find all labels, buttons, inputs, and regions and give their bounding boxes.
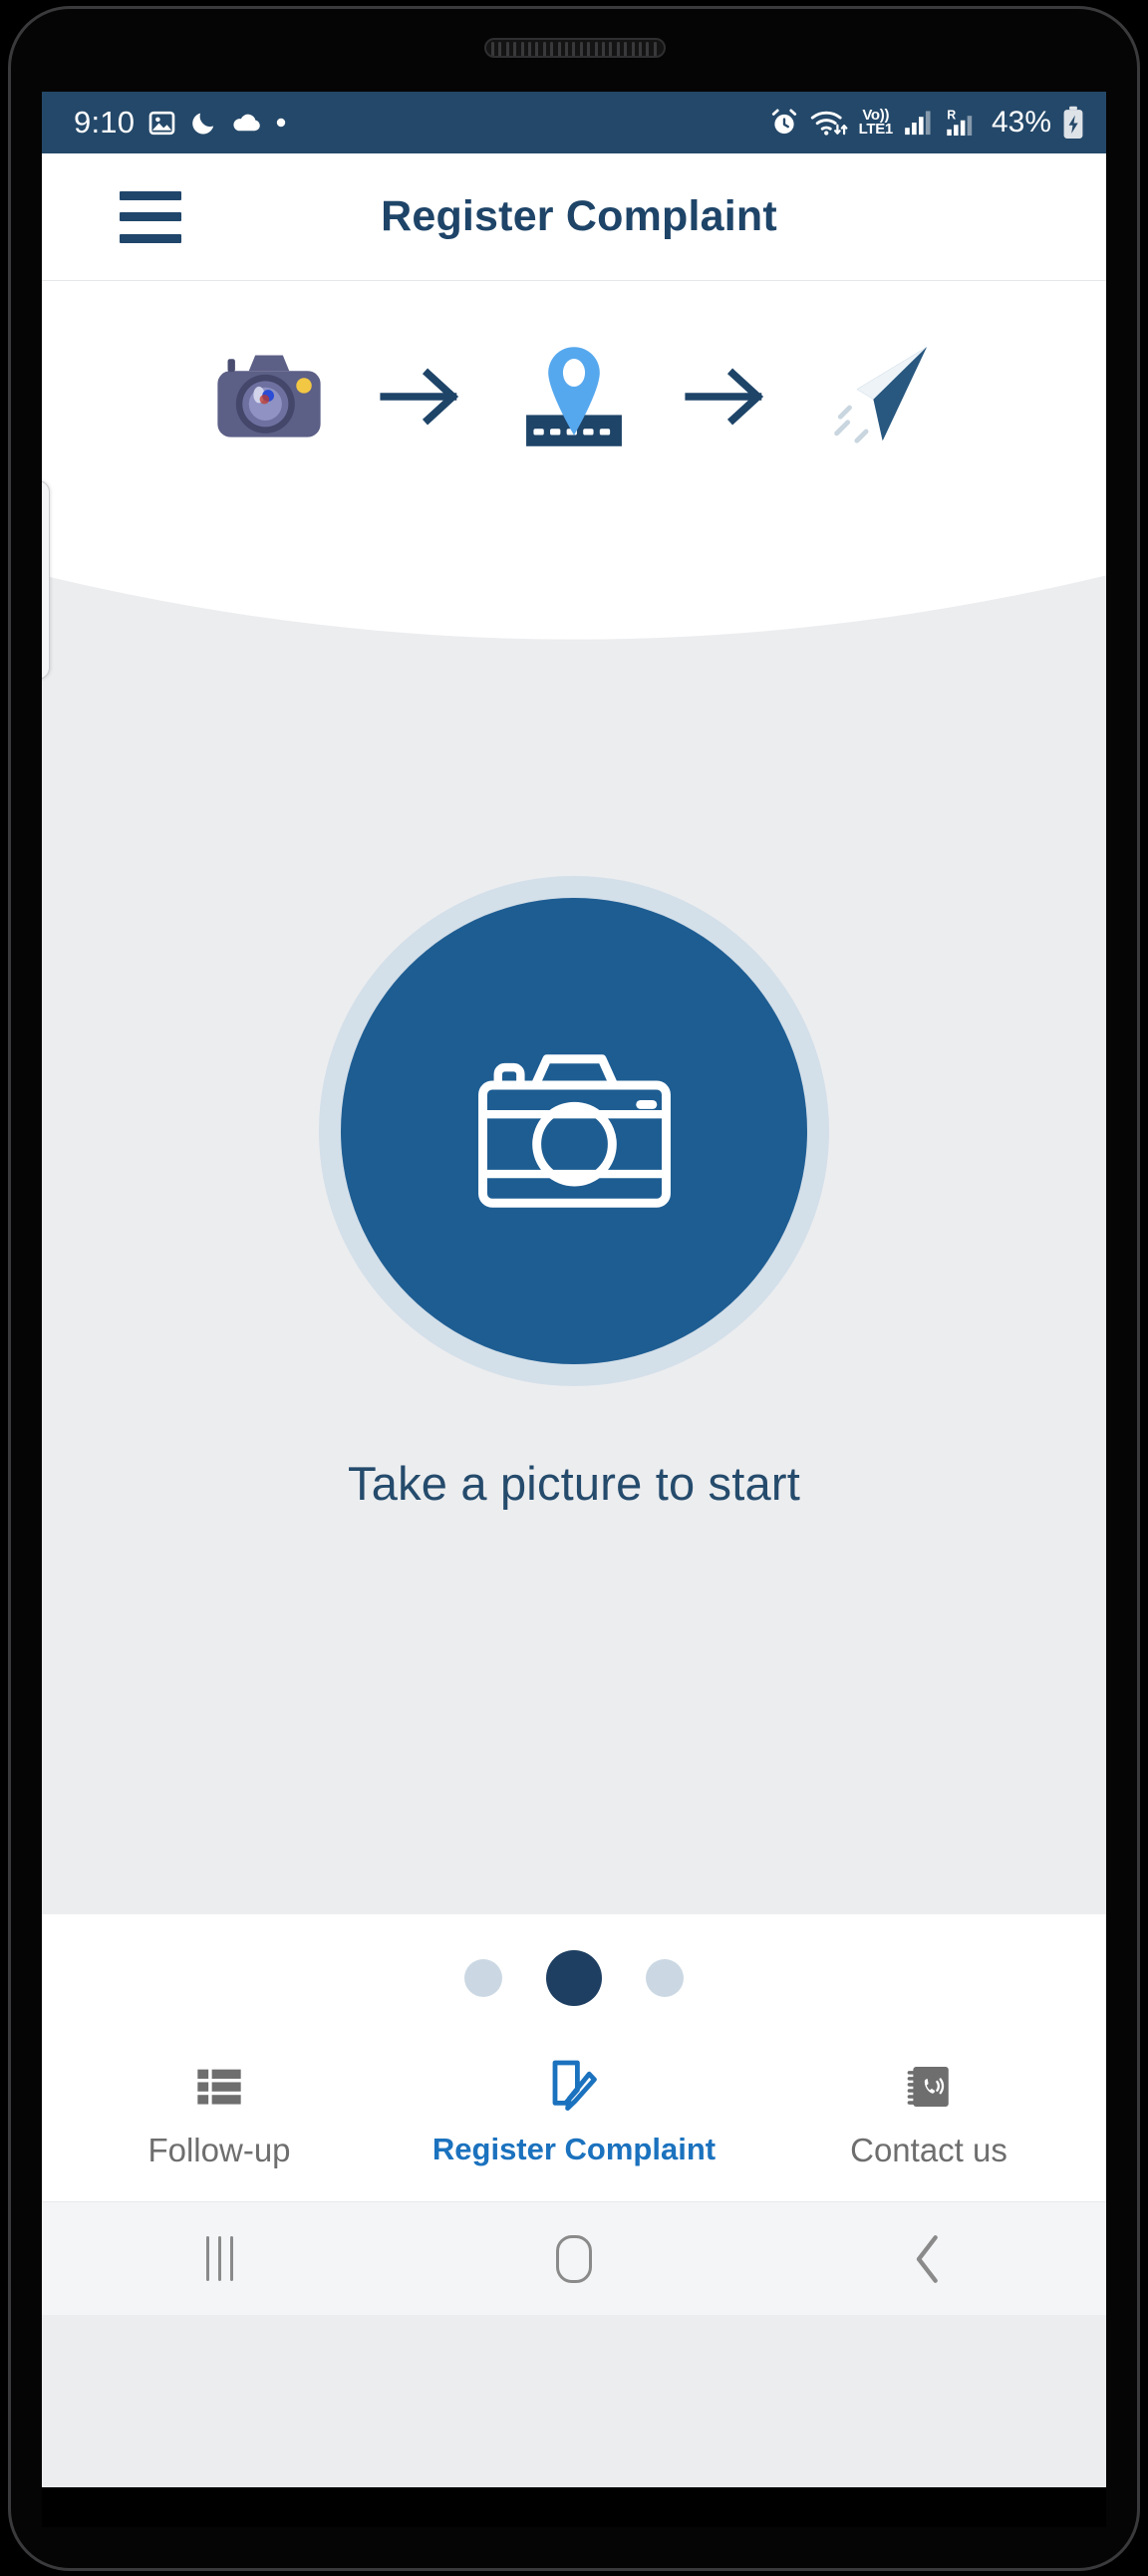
capture-hint-text: Take a picture to start (348, 1457, 800, 1510)
main-content: Take a picture to start (42, 699, 1106, 1914)
moon-icon (192, 113, 214, 134)
camera-capture-inner (341, 898, 807, 1364)
back-button[interactable] (751, 2234, 1106, 2284)
menu-line-3 (120, 233, 181, 243)
status-time: 9:10 (74, 105, 136, 140)
dot-icon (276, 118, 286, 128)
camera-photo-icon (217, 355, 321, 437)
list-icon (193, 2056, 245, 2118)
phone-frame: 9:10 Vo)) LTE1 R 43% Register Complaint … (0, 0, 1148, 2576)
volte-bottom-label: LTE1 (858, 121, 894, 138)
steps-row (42, 338, 1106, 455)
arrow-right-icon (380, 368, 459, 426)
pager-dots (42, 1914, 1106, 2042)
battery-percent-label: 43% (991, 106, 1051, 139)
nav-tab-register-complaint[interactable]: Register Complaint (397, 2056, 751, 2167)
status-bar-right: Vo)) LTE1 R 43% (769, 106, 1084, 140)
home-icon (556, 2234, 592, 2283)
steps-header (42, 280, 1106, 700)
hamburger-menu-icon[interactable] (120, 190, 181, 243)
status-bar-left: 9:10 (74, 105, 287, 141)
alarm-icon (771, 109, 796, 135)
status-bar: 9:10 Vo)) LTE1 R 43% (42, 92, 1106, 153)
location-pin-road-icon (526, 347, 622, 446)
signal-bars-sim2-roaming-icon: R (947, 109, 973, 137)
volte-indicator: Vo)) LTE1 (858, 108, 894, 138)
image-icon (148, 111, 175, 135)
back-icon (914, 2234, 944, 2284)
signal-bars-sim1-icon (905, 111, 931, 136)
nav-label-contact-us: Contact us (850, 2132, 1007, 2168)
edge-panel-handle[interactable] (42, 480, 50, 680)
nav-label-follow-up: Follow-up (147, 2132, 291, 2168)
camera-capture-button[interactable] (319, 876, 829, 1386)
phone-bottom-bezel (42, 2487, 1106, 2527)
wifi-icon (810, 111, 848, 136)
nav-label-register-complaint: Register Complaint (431, 2132, 717, 2166)
pager-dot-1[interactable] (464, 1959, 502, 1997)
battery-charging-icon (1063, 106, 1083, 139)
nav-tab-follow-up[interactable]: Follow-up (42, 2056, 397, 2169)
menu-line-2 (120, 212, 181, 221)
camera-outline-icon (477, 1054, 671, 1208)
page-title: Register Complaint (381, 192, 777, 240)
phone-screen: 9:10 Vo)) LTE1 R 43% Register Complaint … (42, 92, 1106, 2487)
cloud-icon (233, 114, 260, 132)
recents-button[interactable] (42, 2236, 397, 2281)
android-system-navigation (42, 2201, 1106, 2315)
nav-tab-contact-us[interactable]: Contact us (751, 2056, 1106, 2169)
pager-dot-2-active[interactable] (546, 1950, 602, 2006)
contact-book-icon (904, 2056, 954, 2118)
earpiece-speaker-grille (484, 38, 666, 58)
note-pencil-icon (548, 2056, 600, 2118)
paper-plane-icon (834, 347, 927, 443)
bottom-navigation: Follow-up Register Complaint Contact us (42, 2042, 1106, 2201)
menu-line-1 (120, 190, 181, 200)
header-curve-divider (42, 575, 1106, 700)
pager-dot-3[interactable] (646, 1959, 684, 1997)
home-button[interactable] (397, 2234, 751, 2283)
arrow-right-icon (685, 368, 764, 426)
svg-text:R: R (947, 109, 956, 123)
recents-icon (205, 2236, 233, 2281)
app-bar: Register Complaint (42, 153, 1106, 281)
